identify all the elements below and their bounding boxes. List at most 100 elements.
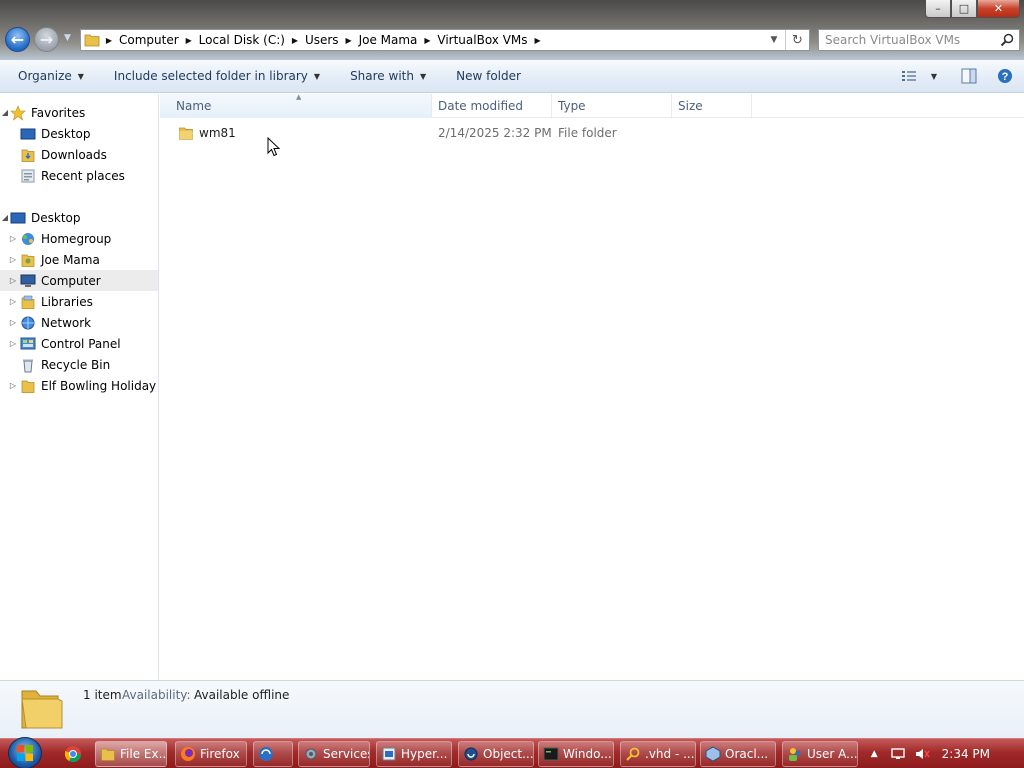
file-type: File folder (558, 126, 617, 140)
downloads-folder-icon (20, 147, 36, 163)
address-history-dropdown[interactable]: ▼ (765, 30, 783, 50)
breadcrumb-computer[interactable]: Computer (115, 30, 183, 50)
address-bar[interactable]: ▶ Computer ▶ Local Disk (C:) ▶ Users ▶ J… (80, 29, 810, 51)
caret-down-icon: ▼ (930, 71, 938, 81)
volume-muted-icon[interactable] (914, 746, 930, 762)
task-label: Object... (483, 747, 534, 761)
nav-label: Desktop (41, 126, 91, 141)
user-folder-icon (20, 252, 36, 268)
file-list: ▲ Name Date modified Type Size wm81 2/14… (160, 93, 1024, 680)
new-folder-button[interactable]: New folder (446, 64, 531, 88)
task-user-accounts[interactable]: User A... (782, 741, 858, 767)
collapsed-triangle-icon[interactable]: ▷ (8, 234, 18, 243)
nav-computer[interactable]: ▷ Computer (0, 270, 158, 291)
task-vhd-search[interactable]: .vhd - ... (620, 741, 696, 767)
nav-control-panel[interactable]: ▷ Control Panel (0, 333, 158, 354)
column-header-type[interactable]: Type (552, 94, 672, 118)
include-in-library-button[interactable]: Include selected folder in library ▼ (104, 64, 330, 88)
column-header-size[interactable]: Size (672, 94, 752, 118)
back-arrow-icon: ← (10, 30, 25, 49)
maximize-button[interactable]: □ (951, 0, 977, 18)
collapsed-triangle-icon[interactable]: ▷ (8, 381, 18, 390)
task-app[interactable] (253, 741, 293, 767)
organize-label: Organize (18, 69, 72, 83)
breadcrumb-users[interactable]: Users (301, 30, 343, 50)
collapsed-triangle-icon[interactable]: ▷ (8, 276, 18, 285)
task-oracle-virtualbox[interactable]: Oracl... (700, 741, 776, 767)
forward-button[interactable]: → (34, 27, 59, 52)
change-view-button[interactable] (896, 65, 922, 87)
nav-network[interactable]: ▷ Network (0, 312, 158, 333)
collapsed-triangle-icon[interactable]: ▷ (8, 255, 18, 264)
nav-favorites-desktop[interactable]: Desktop (0, 123, 158, 144)
task-services[interactable]: Services (298, 741, 370, 767)
folder-icon (101, 748, 115, 761)
refresh-button[interactable]: ↻ (785, 30, 809, 50)
folder-icon (178, 125, 194, 141)
breadcrumb-joe-mama[interactable]: Joe Mama (355, 30, 422, 50)
collapsed-triangle-icon[interactable]: ▷ (8, 297, 18, 306)
system-tray: ▲ 2:34 PM (871, 739, 1024, 768)
search-icon[interactable] (1000, 33, 1014, 47)
task-file-explorer[interactable]: File Ex... (95, 741, 167, 767)
view-options-dropdown[interactable]: ▼ (926, 65, 942, 87)
start-button[interactable] (8, 737, 42, 768)
task-hyper-v[interactable]: Hyper... (376, 741, 452, 767)
libraries-icon (20, 294, 36, 310)
task-windows[interactable]: Windo... (538, 741, 614, 767)
nav-label: Recycle Bin (41, 357, 111, 372)
search-icon (626, 747, 640, 761)
share-with-button[interactable]: Share with ▼ (340, 64, 436, 88)
nav-elf-bowling-holiday[interactable]: ▷ Elf Bowling Holiday (0, 375, 158, 396)
close-button[interactable]: ✕ (977, 0, 1020, 18)
chrome-pinned[interactable] (60, 742, 86, 766)
back-button[interactable]: ← (5, 27, 30, 52)
preview-pane-button[interactable] (956, 65, 982, 87)
show-hidden-icons-button[interactable]: ▲ (871, 749, 878, 759)
services-gear-icon (305, 748, 317, 760)
collapsed-triangle-icon[interactable]: ▷ (8, 339, 18, 348)
task-firefox[interactable]: Firefox (175, 741, 247, 767)
chevron-right-icon[interactable]: ▶ (532, 36, 544, 45)
nav-label: Homegroup (41, 231, 112, 246)
control-panel-icon (20, 336, 36, 352)
file-name-cell[interactable]: wm81 (160, 125, 432, 141)
desktop-icon (10, 210, 26, 226)
nav-recycle-bin[interactable]: Recycle Bin (0, 354, 158, 375)
search-input[interactable]: Search VirtualBox VMs (818, 29, 1020, 51)
task-label: File Ex... (120, 747, 167, 761)
window-controls: – □ ✕ (925, 0, 1020, 18)
action-center-icon[interactable] (890, 746, 906, 762)
search-placeholder: Search VirtualBox VMs (825, 33, 961, 47)
column-header-date-modified[interactable]: Date modified (432, 94, 552, 118)
chevron-right-icon[interactable]: ▶ (183, 36, 195, 45)
breadcrumb-local-disk[interactable]: Local Disk (C:) (195, 30, 289, 50)
file-row[interactable]: wm81 2/14/2025 2:32 PM File folder (160, 122, 1024, 144)
caret-down-icon: ▼ (313, 71, 321, 81)
recent-pages-dropdown[interactable]: ▼ (64, 33, 71, 43)
column-header-name[interactable]: ▲ Name (160, 93, 432, 118)
globe-icon (259, 747, 273, 761)
nav-homegroup[interactable]: ▷ Homegroup (0, 228, 158, 249)
chevron-right-icon[interactable]: ▶ (421, 36, 433, 45)
task-object[interactable]: Object... (458, 741, 534, 767)
expanded-triangle-icon[interactable]: ◢ (0, 108, 10, 117)
chevron-right-icon[interactable]: ▶ (289, 36, 301, 45)
chevron-right-icon[interactable]: ▶ (343, 36, 355, 45)
nav-desktop[interactable]: ◢ Desktop (0, 207, 158, 228)
nav-favorites-recent-places[interactable]: Recent places (0, 165, 158, 186)
nav-favorites[interactable]: ◢ Favorites (0, 102, 158, 123)
nav-libraries[interactable]: ▷ Libraries (0, 291, 158, 312)
minimize-button[interactable]: – (925, 0, 951, 18)
nav-joe-mama[interactable]: ▷ Joe Mama (0, 249, 158, 270)
collapsed-triangle-icon[interactable]: ▷ (8, 318, 18, 327)
nav-favorites-downloads[interactable]: Downloads (0, 144, 158, 165)
task-label: Services (323, 747, 370, 761)
breadcrumb-virtualbox-vms[interactable]: VirtualBox VMs (433, 30, 531, 50)
help-button[interactable]: ? (992, 65, 1018, 87)
task-label: Hyper... (401, 747, 448, 761)
expanded-triangle-icon[interactable]: ◢ (0, 213, 10, 222)
clock[interactable]: 2:34 PM (942, 747, 990, 761)
organize-button[interactable]: Organize ▼ (8, 64, 94, 88)
chevron-right-icon[interactable]: ▶ (103, 36, 115, 45)
